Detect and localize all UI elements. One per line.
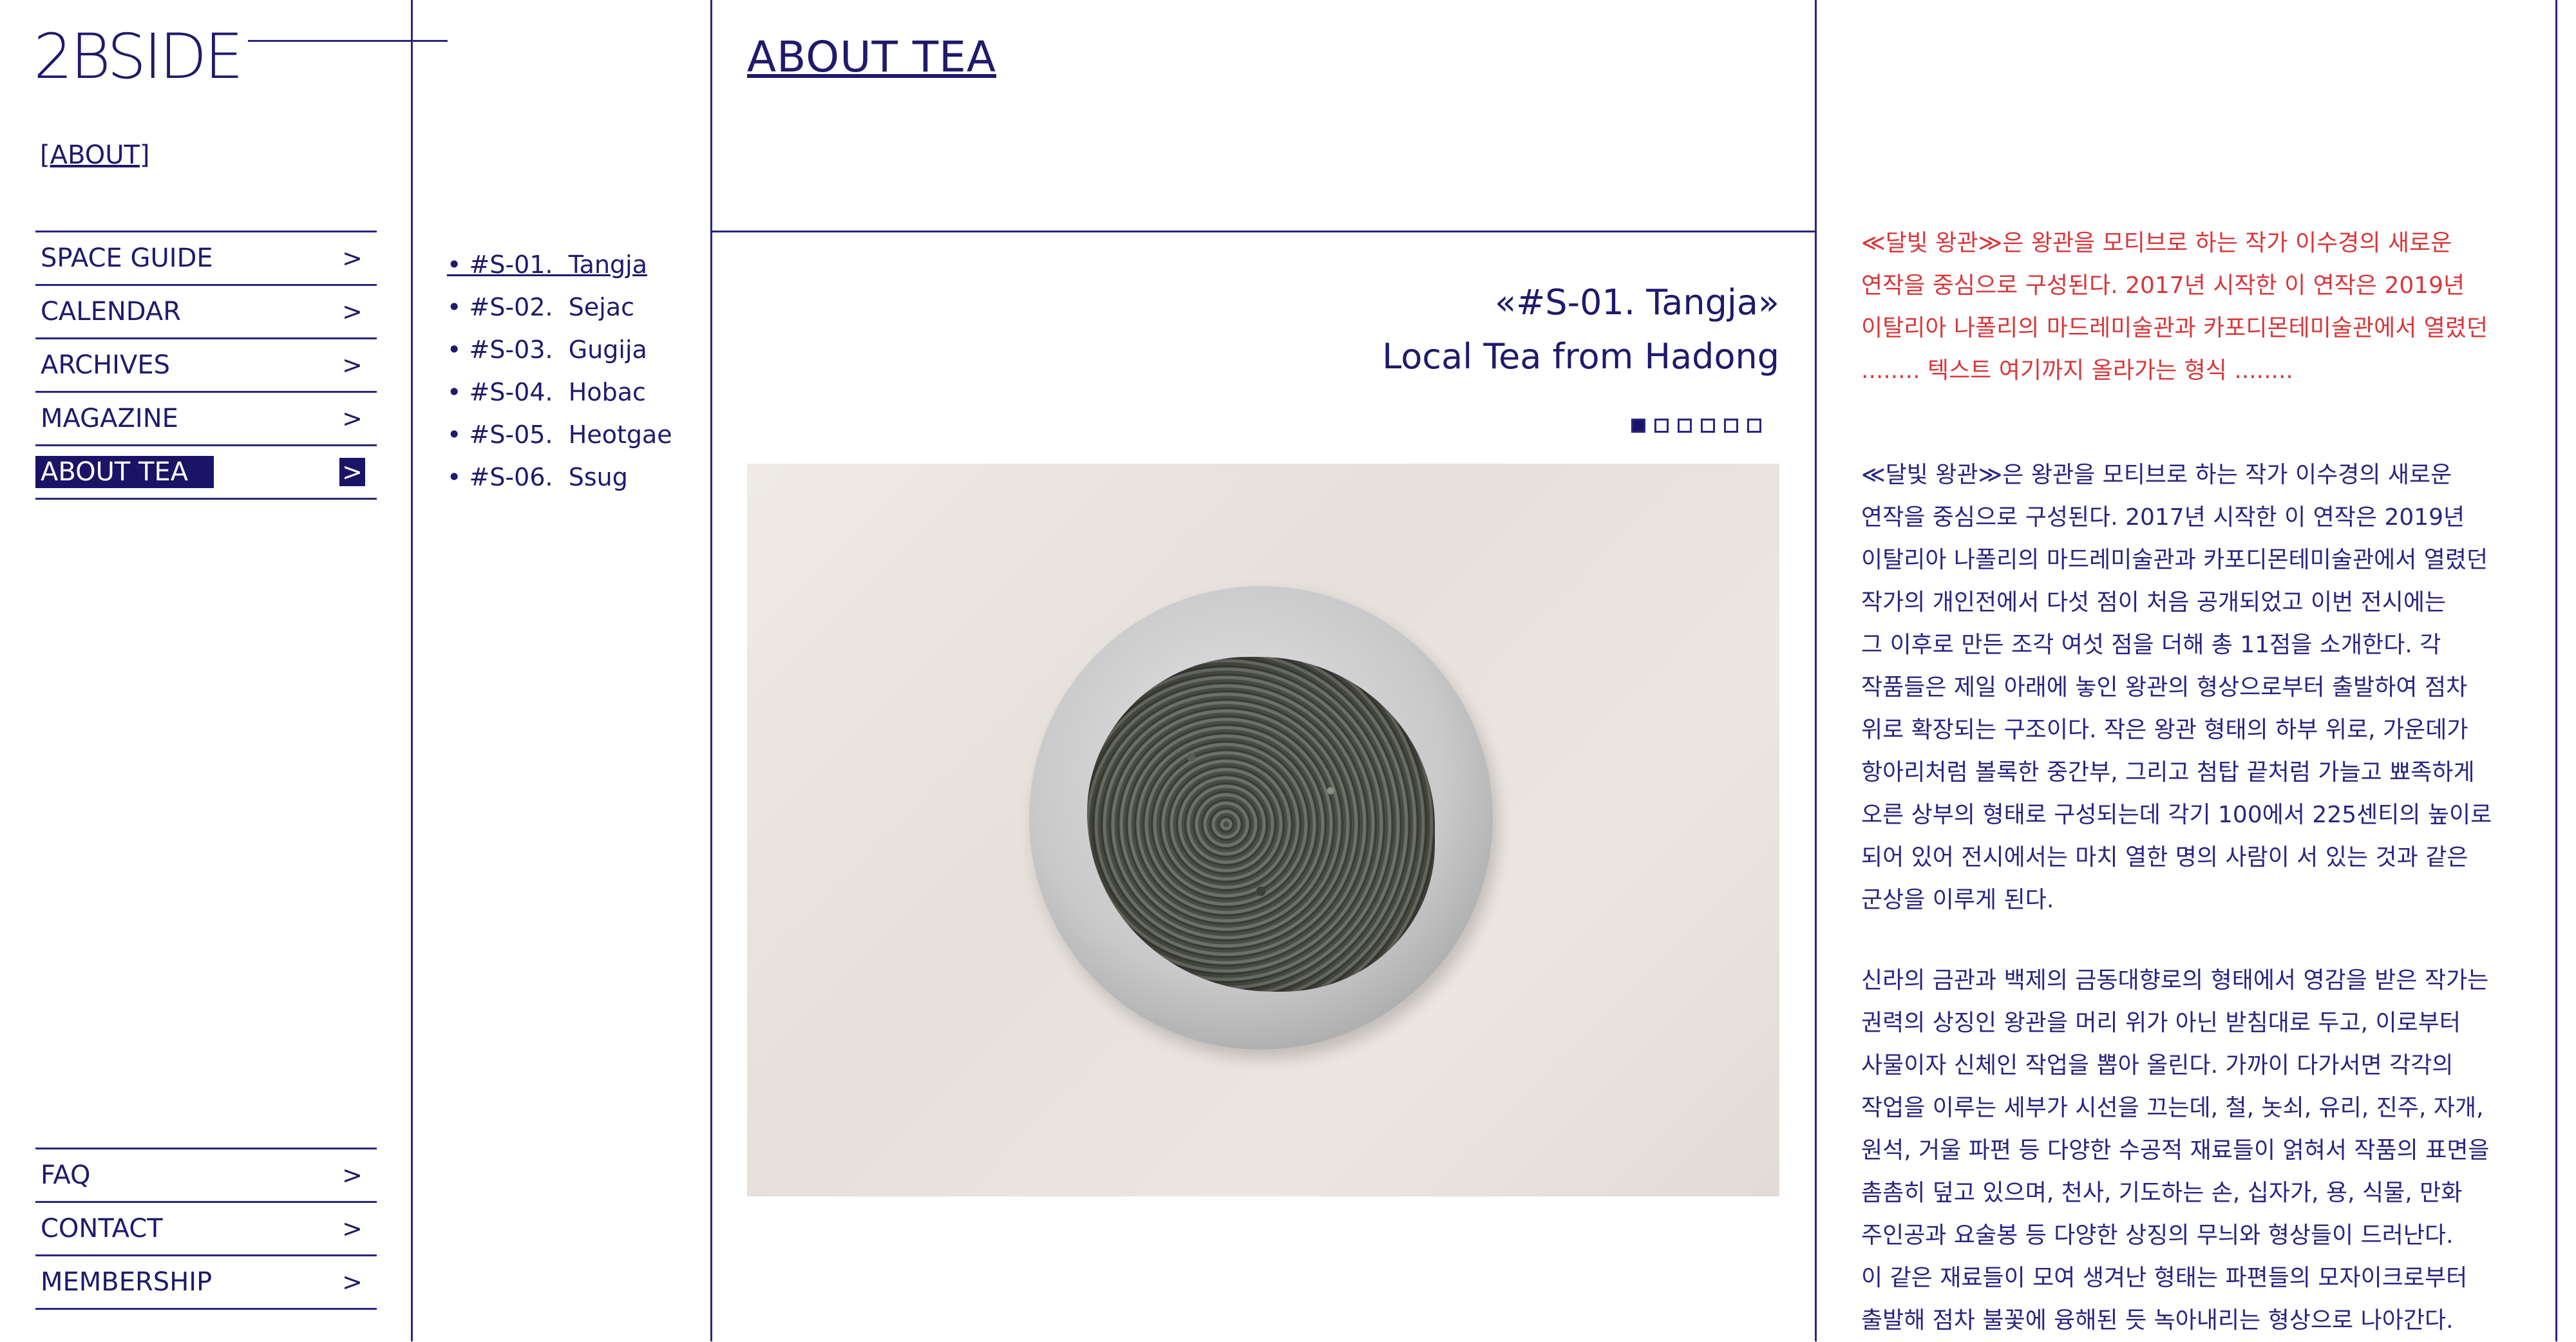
description-para-1: ≪달빛 왕관≫은 왕관을 모티브로 하는 작가 이수경의 새로운연작을 중심으로…	[1861, 454, 2505, 921]
logo-rule	[248, 40, 448, 42]
tea-list-item[interactable]: • #S-04. Hobac	[447, 371, 672, 413]
chevron-right-icon: >	[342, 351, 363, 379]
nav-item-membership[interactable]: MEMBERSHIP >	[35, 1254, 377, 1310]
text-line: 항아리처럼 볼록한 중간부, 그리고 첨탑 끝처럼 가늘고 뾰족하게	[1861, 759, 2475, 786]
tea-title-subtitle: Local Tea from Hadong	[1382, 336, 1779, 377]
tea-photo	[747, 464, 1779, 1196]
slide-dot[interactable]	[1678, 419, 1692, 433]
divider-right	[2555, 0, 2557, 1341]
nav-label: CALENDAR	[41, 297, 182, 326]
nav-label: CONTACT	[41, 1214, 163, 1243]
plate-image	[1029, 586, 1493, 1050]
chevron-right-icon: >	[342, 1268, 363, 1296]
chevron-right-icon: >	[342, 1214, 363, 1243]
nav-item-calendar[interactable]: CALENDAR >	[35, 284, 377, 337]
nav-label: SPACE GUIDE	[41, 243, 213, 273]
description-para-2: 신라의 금관과 백제의 금동대향로의 형태에서 영감을 받은 작가는권력의 상징…	[1861, 959, 2505, 1342]
nav-item-about-tea[interactable]: ABOUT TEA >	[35, 444, 377, 500]
logo[interactable]: 2BSIDE	[33, 26, 243, 88]
text-line: 작가의 개인전에서 다섯 점이 처음 공개되었고 이번 전시에는	[1861, 589, 2447, 616]
text-line: 이탈리아 나폴리의 마드레미술관과 카포디몬테미술관에서 열렸던	[1861, 547, 2488, 573]
chevron-right-icon: >	[342, 298, 363, 326]
tea-title: «#S-01. Tangja» Local Tea from Hadong	[1382, 276, 1779, 384]
nav-item-magazine[interactable]: MAGAZINE >	[35, 391, 377, 444]
chevron-right-icon: >	[339, 458, 365, 486]
slide-dot[interactable]	[1654, 419, 1669, 433]
text-line: 신라의 금관과 백제의 금동대향로의 형태에서 영감을 받은 작가는	[1861, 967, 2489, 994]
nav-item-space-guide[interactable]: SPACE GUIDE >	[35, 231, 377, 284]
nav-top: SPACE GUIDE > CALENDAR > ARCHIVES > MAGA…	[35, 231, 377, 500]
text-line: ≪달빛 왕관≫은 왕관을 모티브로 하는 작가 이수경의 새로운	[1861, 230, 2452, 256]
text-line: 촘촘히 덮고 있으며, 천사, 기도하는 손, 십자가, 용, 식물, 만화	[1861, 1180, 2463, 1206]
slide-dot[interactable]	[1724, 419, 1738, 433]
text-line: ........ 텍스트 여기까지 올라가는 형식 ........	[1861, 357, 2293, 384]
text-line: 연작을 중심으로 구성된다. 2017년 시작한 이 연작은 2019년	[1861, 504, 2465, 531]
tea-list-item[interactable]: • #S-03. Gugija	[447, 328, 672, 371]
text-line: 그 이후로 만든 조각 여섯 점을 더해 총 11점을 소개한다. 각	[1861, 632, 2441, 658]
divider-header	[710, 231, 1817, 232]
text-line: 이 같은 재료들이 모여 생겨난 형태는 파편들의 모자이크로부터	[1861, 1265, 2468, 1291]
tea-title-name: «#S-01. Tangja»	[1495, 282, 1779, 323]
divider-main	[1815, 0, 1817, 1341]
text-line: 사물이자 신체인 작업을 뽑아 올린다. 가까이 다가서면 각각의	[1861, 1052, 2454, 1079]
tea-list-item[interactable]: • #S-02. Sejac	[447, 286, 672, 328]
tea-list-item[interactable]: • #S-06. Ssug	[447, 456, 672, 498]
nav-bottom: FAQ > CONTACT > MEMBERSHIP >	[35, 1148, 377, 1310]
divider-sidebar	[411, 0, 413, 1341]
chevron-right-icon: >	[342, 404, 363, 433]
tea-list-item[interactable]: • #S-01. Tangja	[447, 243, 672, 286]
divider-list	[710, 0, 712, 1341]
text-line: 작품들은 제일 아래에 놓인 왕관의 형상으로부터 출발하여 점차	[1861, 674, 2468, 701]
chevron-right-icon: >	[342, 244, 363, 272]
highlight-text: ≪달빛 왕관≫은 왕관을 모티브로 하는 작가 이수경의 새로운연작을 중심으로…	[1861, 222, 2505, 392]
slide-dot[interactable]	[1631, 419, 1645, 433]
tea-list-item[interactable]: • #S-05. Heotgae	[447, 413, 672, 456]
text-line: 원석, 거울 파편 등 다양한 수공적 재료들이 얽혀서 작품의 표면을	[1861, 1137, 2490, 1164]
text-line: 작업을 이루는 세부가 시선을 끄는데, 철, 놋쇠, 유리, 진주, 자개,	[1861, 1095, 2484, 1121]
nav-item-faq[interactable]: FAQ >	[35, 1148, 377, 1201]
text-line: 되어 있어 전시에서는 마치 열한 명의 사람이 서 있는 것과 같은	[1861, 844, 2468, 871]
text-line: 연작을 중심으로 구성된다. 2017년 시작한 이 연작은 2019년	[1861, 272, 2465, 299]
text-line: ≪달빛 왕관≫은 왕관을 모티브로 하는 작가 이수경의 새로운	[1861, 462, 2452, 488]
tea-list: • #S-01. Tangja • #S-02. Sejac • #S-03. …	[447, 243, 672, 498]
slide-dot[interactable]	[1701, 419, 1715, 433]
text-line: 군상을 이루게 된다.	[1861, 887, 2054, 913]
chevron-right-icon: >	[342, 1161, 363, 1189]
nav-label: MAGAZINE	[41, 404, 178, 433]
section-title: ABOUT TEA	[747, 32, 996, 82]
nav-label: ABOUT TEA	[35, 456, 214, 488]
nav-label: MEMBERSHIP	[41, 1267, 213, 1297]
text-line: 권력의 상징인 왕관을 머리 위가 아닌 받침대로 두고, 이로부터	[1861, 1010, 2461, 1036]
tea-leaves-image	[1087, 657, 1435, 992]
text-line: 이탈리아 나폴리의 마드레미술관과 카포디몬테미술관에서 열렸던	[1861, 315, 2488, 341]
nav-item-contact[interactable]: CONTACT >	[35, 1201, 377, 1254]
text-line: 오른 상부의 형태로 구성되는데 각기 100에서 225센티의 높이로	[1861, 802, 2492, 828]
text-line: 위로 확장되는 구조이다. 작은 왕관 형태의 하부 위로, 가운데가	[1861, 717, 2468, 743]
nav-item-archives[interactable]: ARCHIVES >	[35, 337, 377, 391]
slide-dot[interactable]	[1747, 419, 1761, 433]
slide-pagination	[1631, 419, 1761, 433]
nav-label: ARCHIVES	[41, 350, 170, 380]
text-line: 주인공과 요술봉 등 다양한 상징의 무늬와 형상들이 드러난다.	[1861, 1222, 2454, 1249]
about-link[interactable]: [ABOUT]	[40, 140, 150, 170]
text-line: 출발해 점차 불꽃에 융해된 듯 녹아내리는 형상으로 나아간다.	[1861, 1307, 2454, 1334]
nav-label: FAQ	[41, 1160, 91, 1190]
